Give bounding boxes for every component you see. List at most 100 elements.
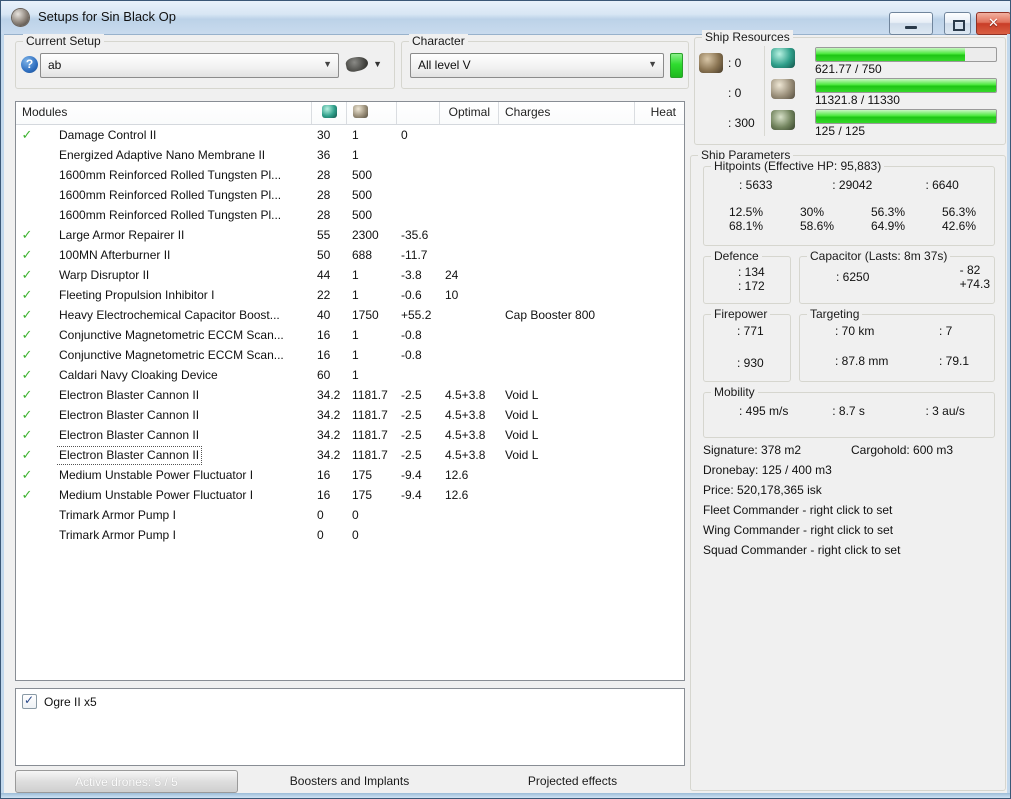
modules-table: Modules Optimal Charges Heat ✓ Damage Con… [15,101,685,681]
stat-value: : 495 m/s [739,404,789,418]
defence-value: : 134 [738,265,765,279]
capacitor-group: Capacitor (Lasts: 8m 37s) : 6250 - 82 +7… [799,249,995,304]
hitpoints-label: Hitpoints (Effective HP: 95,883) [711,159,885,173]
defence-label: Defence [711,249,762,263]
rig-icon [38,527,53,542]
column-header-modules[interactable]: Modules [16,102,312,124]
module-charge [499,165,635,185]
setup-select[interactable]: ab ▼ [40,53,339,78]
module-cap: -9.4 [401,488,422,502]
close-button[interactable]: ✕ [976,12,1010,35]
stat-structure: : 6640 [896,175,989,195]
module-name-cell: Damage Control II [57,125,312,145]
table-row[interactable]: ✓ Warp Disruptor II 44 1 -3.8 24 [16,265,684,285]
table-row[interactable]: ✓ Fleeting Propulsion Inhibitor I 22 1 -0.6 1… [16,285,684,305]
minimize-button[interactable] [889,12,933,35]
table-row[interactable]: ✓ Caldari Navy Cloaking Device 60 1 [16,365,684,385]
module-charge: Void L [505,428,539,442]
table-row[interactable]: ✓ Heavy Electrochemical Capacitor Boost..… [16,305,684,325]
smartbomb-icon [38,487,53,502]
module-name: Medium Unstable Power Fluctuator I [59,488,254,502]
help-icon[interactable]: ? [21,56,38,73]
module-heat [635,385,684,405]
module-powergrid: 0 [352,528,359,542]
character-select-value: All level V [418,58,471,72]
module-icon-cell [38,185,57,205]
maximize-button[interactable] [944,12,971,35]
tab-active-drones-5-5[interactable]: Active drones: 5 / 5 [15,770,238,793]
check-icon: ✓ [21,347,33,362]
drones-list[interactable]: Ogre II x5 [15,688,685,766]
stat-turret-hardpoint: : 0 [699,48,763,78]
drone-item[interactable]: Ogre II x5 [16,689,684,709]
table-row[interactable]: ✓ Electron Blaster Cannon II 34.2 1181.7 -2.… [16,445,684,465]
column-header-capacitor[interactable] [397,102,440,124]
skills-ready-indicator [670,53,683,78]
table-row[interactable]: Trimark Armor Pump I 0 0 [16,525,684,545]
column-header-charges[interactable]: Charges [499,102,635,124]
table-row[interactable]: Energized Adaptive Nano Membrane II 36 1 [16,145,684,165]
table-row[interactable]: ✓ Conjunctive Magnetometric ECCM Scan... 1… [16,325,684,345]
module-powergrid: 1 [352,328,359,342]
table-row[interactable]: ✓ Electron Blaster Cannon II 34.2 1181.7 -2.… [16,425,684,445]
tab-boosters-and-implants[interactable]: Boosters and Implants [238,770,461,793]
table-row[interactable]: ✓ Medium Unstable Power Fluctuator I 16 175… [16,465,684,485]
window-frame-right [1007,34,1010,798]
ship-info-block: Signature: 378 m2 Cargohold: 600 m3 Dron… [703,440,999,560]
table-row[interactable]: ✓ Damage Control II 30 1 0 [16,125,684,145]
capacitor-icon [403,105,418,118]
table-row[interactable]: 1600mm Reinforced Rolled Tungsten Pl... 2… [16,205,684,225]
column-header-heat[interactable]: Heat [635,102,684,124]
module-name: Damage Control II [59,128,157,142]
shield-icon [710,175,734,195]
module-charge [499,505,635,525]
table-row[interactable]: ✓ Conjunctive Magnetometric ECCM Scan... 1… [16,345,684,365]
table-row[interactable]: ✓ 100MN Afterburner II 50 688 -11.7 [16,245,684,265]
table-row[interactable]: 1600mm Reinforced Rolled Tungsten Pl... 2… [16,185,684,205]
module-cpu: 40 [317,308,331,322]
table-row[interactable]: ✓ Medium Unstable Power Fluctuator I 16 175… [16,485,684,505]
module-powergrid: 688 [352,248,373,262]
ship-menu-button[interactable]: ▼ [344,54,384,76]
window-title: Setups for Sin Black Op [38,9,177,24]
align-time-icon [803,401,827,421]
module-cap: -2.5 [401,448,422,462]
module-optimal [440,125,499,145]
module-name-cell: Electron Blaster Cannon II [57,405,312,425]
table-row[interactable]: ✓ Electron Blaster Cannon II 34.2 1181.7 -2.… [16,385,684,405]
column-header-optimal[interactable]: Optimal [440,102,499,124]
armor-plate-icon [38,207,53,222]
check-icon: ✓ [21,467,33,482]
tab-projected-effects[interactable]: Projected effects [461,770,684,793]
title-bar[interactable]: Setups for Sin Black Op [1,1,1010,35]
module-powergrid: 1750 [352,308,379,322]
table-row[interactable]: Trimark Armor Pump I 0 0 [16,505,684,525]
module-icon-cell [38,445,57,465]
module-charge [499,125,635,145]
column-header-powergrid[interactable] [347,102,397,124]
table-row[interactable]: ✓ Large Armor Repairer II 55 2300 -35.6 [16,225,684,245]
nano-membrane-icon [38,147,53,162]
module-active-cell: ✓ [16,445,38,465]
check-icon: ✓ [21,407,33,422]
module-name-cell: Warp Disruptor II [57,265,312,285]
module-icon-cell [38,225,57,245]
table-row[interactable]: ✓ Electron Blaster Cannon II 34.2 1181.7 -2.… [16,405,684,425]
module-name: Large Armor Repairer II [59,228,185,242]
drone-checkbox[interactable] [22,693,37,709]
progress-bar [815,47,997,62]
resist-item: 56.3% 42.6% [921,205,992,233]
column-header-cpu[interactable] [312,102,347,124]
module-heat [635,345,684,365]
module-name-cell: Electron Blaster Cannon II [57,425,312,445]
check-icon: ✓ [21,127,33,142]
module-optimal [440,205,499,225]
module-cap: -0.6 [401,288,422,302]
module-charge [499,225,635,245]
module-name: 100MN Afterburner II [59,248,171,262]
table-row[interactable]: 1600mm Reinforced Rolled Tungsten Pl... 2… [16,165,684,185]
module-cpu: 16 [317,328,331,342]
character-select[interactable]: All level V ▼ [410,53,664,78]
stat-turret-dps: : 771 [708,321,764,341]
module-name: Energized Adaptive Nano Membrane II [59,148,266,162]
